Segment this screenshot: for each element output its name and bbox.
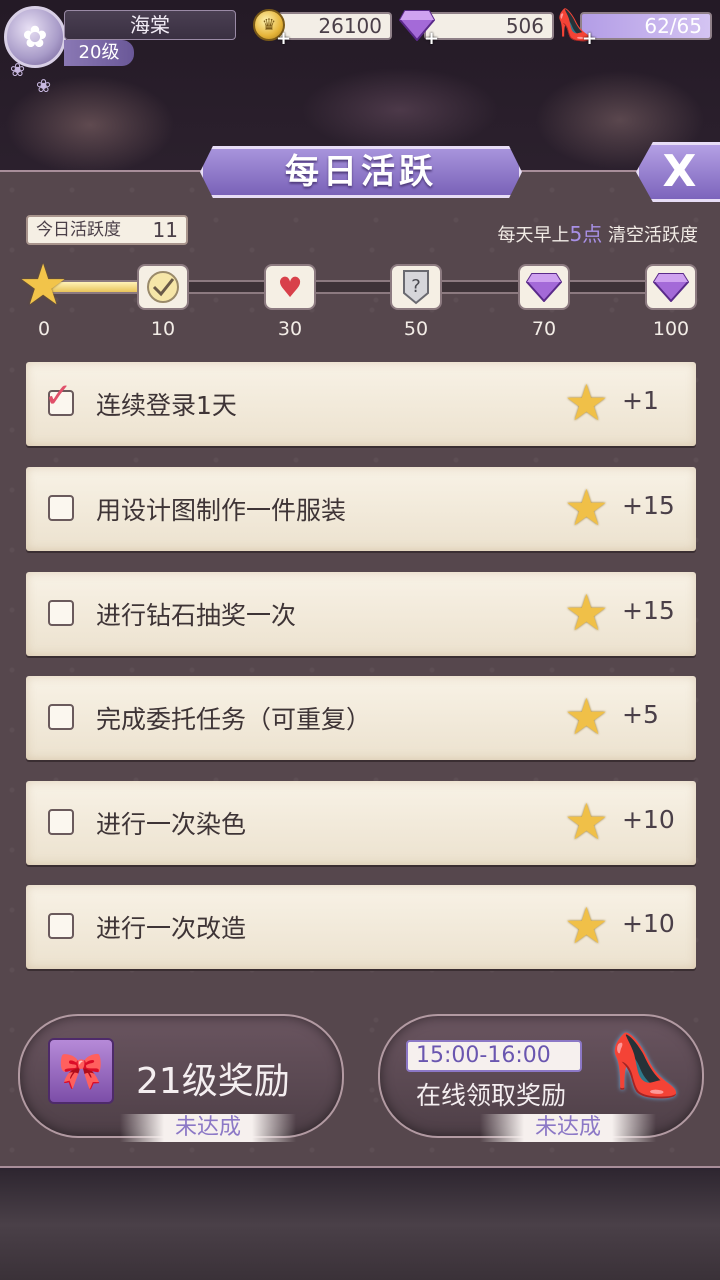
task-label: 进行一次染色 <box>96 810 247 839</box>
online-reward-status: 未达成 <box>480 1114 656 1142</box>
heart-icon: ♥ <box>277 270 303 304</box>
level-reward-status: 未达成 <box>120 1114 296 1142</box>
task-row[interactable]: 用设计图制作一件服装 ★ +15 <box>26 467 696 551</box>
today-activity-value: 11 <box>152 218 178 242</box>
close-button[interactable]: X <box>636 142 720 202</box>
task-points: +5 <box>622 700 659 729</box>
gold-counter: 26100 <box>278 12 392 40</box>
add-diamond-button[interactable]: + <box>424 28 439 49</box>
task-points: +15 <box>622 491 675 520</box>
task-row[interactable]: ✓ 连续登录1天 ★ +1 <box>26 362 696 446</box>
task-checkbox[interactable] <box>48 704 74 730</box>
task-checkbox[interactable] <box>48 495 74 521</box>
task-row[interactable]: 进行一次染色 ★ +10 <box>26 781 696 865</box>
diamond-icon <box>653 273 689 302</box>
task-row[interactable]: 完成委托任务（可重复） ★ +5 <box>26 676 696 760</box>
star-icon: ★ <box>564 584 609 642</box>
star-icon: ★ <box>18 253 69 318</box>
milestone-label: 30 <box>277 318 303 340</box>
task-row[interactable]: 进行钻石抽奖一次 ★ +15 <box>26 572 696 656</box>
task-checkbox[interactable] <box>48 913 74 939</box>
player-name: 海棠 <box>64 10 236 40</box>
level-reward-title: 21级奖励 <box>136 1061 290 1102</box>
glass-slipper-icon: 👠 <box>608 1031 683 1101</box>
task-label: 进行钻石抽奖一次 <box>96 601 297 630</box>
activity-progress-track <box>40 280 670 294</box>
task-points: +10 <box>622 805 675 834</box>
gift-box-icon: 🎀 <box>48 1038 114 1104</box>
milestone-chest-100[interactable] <box>645 264 697 310</box>
reset-note-prefix: 每天早上 <box>497 225 570 246</box>
blurred-footer <box>0 1170 720 1280</box>
task-checkbox[interactable] <box>48 809 74 835</box>
milestone-chest-50[interactable]: ? <box>390 264 442 310</box>
add-stamina-button[interactable]: + <box>582 28 597 49</box>
stamina-counter: 62/65 <box>580 12 712 40</box>
milestone-label: 10 <box>150 318 176 340</box>
star-icon: ★ <box>564 688 609 746</box>
task-label: 用设计图制作一件服装 <box>96 496 347 525</box>
rose-decoration-icon: ❀ <box>10 60 26 81</box>
question-mark-icon: ? <box>403 270 429 305</box>
checkmark-icon: ✓ <box>44 376 73 416</box>
today-activity-box: 今日活跃度 11 <box>26 215 188 245</box>
task-points: +15 <box>622 596 675 625</box>
player-avatar[interactable]: ✿ <box>4 6 66 68</box>
milestone-label: 50 <box>403 318 429 340</box>
panel-title: 每日活跃 <box>200 146 522 198</box>
online-reward-title: 在线领取奖励 <box>416 1081 567 1110</box>
star-icon: ★ <box>564 897 609 955</box>
milestone-chest-30[interactable]: ♥ <box>264 264 316 310</box>
reset-note: 每天早上5点 清空活跃度 <box>498 218 698 247</box>
task-label: 进行一次改造 <box>96 914 247 943</box>
online-reward-time: 15:00-16:00 <box>406 1040 582 1072</box>
task-label: 完成委托任务（可重复） <box>96 705 372 734</box>
svg-text:?: ? <box>411 276 421 297</box>
diamond-counter: 506 <box>424 12 554 40</box>
rose-decoration-icon: ❀ <box>36 76 52 97</box>
level-reward-card[interactable]: 🎀 21级奖励 未达成 <box>18 1014 344 1142</box>
milestone-chest-70[interactable] <box>518 264 570 310</box>
reset-note-suffix: 清空活跃度 <box>602 225 698 246</box>
milestone-label: 100 <box>652 318 690 340</box>
star-icon: ★ <box>564 793 609 851</box>
task-checkbox[interactable] <box>48 600 74 626</box>
task-points: +1 <box>622 386 659 415</box>
top-status-bar: ✿ 海棠 20级 26100 ♛ + 506 + 62/65 👠 + ❀ ❀ <box>0 0 720 97</box>
online-reward-card[interactable]: 15:00-16:00 在线领取奖励 👠 未达成 <box>378 1014 704 1142</box>
task-label: 连续登录1天 <box>96 391 237 420</box>
player-level: 20级 <box>64 40 134 66</box>
add-gold-button[interactable]: + <box>276 28 291 49</box>
milestone-chest-10[interactable] <box>137 264 189 310</box>
task-row[interactable]: 进行一次改造 ★ +10 <box>26 885 696 969</box>
star-icon: ★ <box>564 374 609 432</box>
reset-hour: 5点 <box>569 222 603 246</box>
milestone-label: 70 <box>531 318 557 340</box>
task-points: +10 <box>622 909 675 938</box>
milestone-label: 0 <box>37 318 51 340</box>
diamond-icon <box>526 273 562 302</box>
star-icon: ★ <box>564 479 609 537</box>
checkmark-badge-icon <box>147 271 179 303</box>
today-activity-label: 今日活跃度 <box>36 220 121 240</box>
